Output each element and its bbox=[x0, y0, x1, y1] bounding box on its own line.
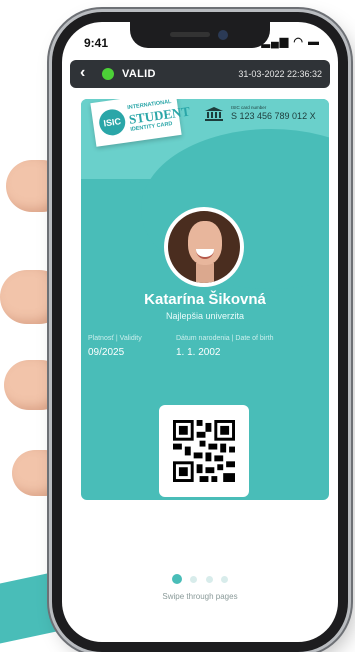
card-number-label: ISIC card number bbox=[231, 105, 267, 110]
valid-status-label: VALID bbox=[122, 68, 156, 80]
qr-code[interactable] bbox=[159, 405, 249, 497]
speaker bbox=[170, 32, 210, 37]
card-number: S 123 456 789 012 X bbox=[231, 111, 316, 121]
status-time: 9:41 bbox=[84, 36, 109, 50]
isic-card: ISIC INTERNATIONAL STUDENT IDENTITY CARD… bbox=[81, 99, 329, 500]
qr-code-icon bbox=[173, 420, 235, 482]
camera bbox=[218, 30, 228, 40]
validity-label: Platnosť | Validity bbox=[88, 335, 142, 342]
battery-icon: ▬ bbox=[308, 36, 320, 48]
dob-label: Dátum narodenia | Date of birth bbox=[176, 335, 274, 342]
validity-value: 09/2025 bbox=[88, 347, 125, 358]
university-name: Najlepšia univerzita bbox=[165, 311, 245, 321]
page-indicator[interactable] bbox=[62, 570, 338, 584]
valid-status-dot bbox=[102, 68, 114, 80]
page-dot-2[interactable] bbox=[190, 576, 198, 583]
student-photo bbox=[164, 207, 244, 287]
page-dot-4[interactable] bbox=[221, 576, 229, 583]
page-dot-3[interactable] bbox=[205, 576, 213, 583]
isic-badge: ISIC bbox=[97, 107, 127, 138]
page-dot-1[interactable] bbox=[171, 573, 182, 584]
validity-datetime: 31-03-2022 22:36:32 bbox=[238, 69, 322, 79]
dob-value: 1. 1. 2002 bbox=[176, 347, 221, 358]
phone-frame: 9:41 ▂▄▆ ◠ ▬ ‹ VALID 31-03-2022 22:36:32… bbox=[52, 12, 348, 652]
wifi-icon: ◠ bbox=[293, 36, 304, 48]
student-name: Katarína Šikovná bbox=[144, 291, 266, 308]
swipe-hint: Swipe through pages bbox=[162, 592, 238, 601]
chevron-left-icon[interactable]: ‹ bbox=[80, 64, 85, 82]
phone-notch bbox=[130, 22, 270, 48]
unesco-temple-icon bbox=[205, 107, 223, 121]
validity-bar: ‹ VALID 31-03-2022 22:36:32 bbox=[70, 60, 330, 88]
phone-screen: 9:41 ▂▄▆ ◠ ▬ ‹ VALID 31-03-2022 22:36:32… bbox=[62, 22, 338, 642]
